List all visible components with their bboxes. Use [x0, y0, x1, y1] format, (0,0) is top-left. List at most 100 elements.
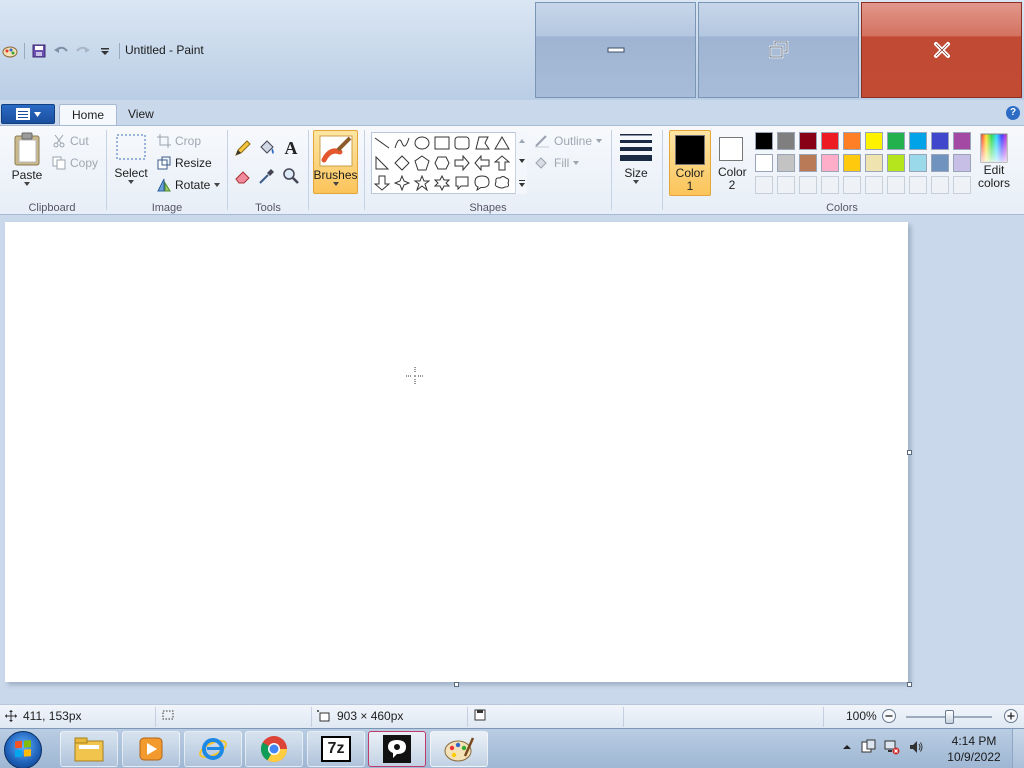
brushes-button[interactable]: Brushes: [313, 130, 358, 194]
undo-icon[interactable]: [53, 43, 69, 59]
palette-swatch[interactable]: [953, 132, 971, 150]
copy-button[interactable]: Copy: [52, 156, 98, 170]
palette-swatch[interactable]: [887, 154, 905, 172]
palette-custom-slot[interactable]: [887, 176, 905, 194]
palette-swatch[interactable]: [843, 154, 861, 172]
curve-shape-icon[interactable]: [393, 134, 411, 152]
palette-custom-slot[interactable]: [755, 176, 773, 194]
cloud-callout-shape-icon[interactable]: [493, 174, 511, 192]
zoom-in-button[interactable]: [1003, 708, 1019, 724]
five-point-star-shape-icon[interactable]: [413, 174, 431, 192]
oval-callout-shape-icon[interactable]: [473, 174, 491, 192]
help-icon[interactable]: ?: [1006, 106, 1020, 120]
taskbar-media-player[interactable]: [122, 731, 180, 767]
right-triangle-shape-icon[interactable]: [373, 154, 391, 172]
size-button[interactable]: Size: [617, 132, 655, 184]
up-arrow-shape-icon[interactable]: [493, 154, 511, 172]
redo-icon[interactable]: [75, 43, 91, 59]
palette-swatch[interactable]: [953, 154, 971, 172]
palette-swatch[interactable]: [755, 132, 773, 150]
oval-shape-icon[interactable]: [413, 134, 431, 152]
action-center-icon[interactable]: [860, 739, 876, 755]
canvas-resize-handle-bottom[interactable]: [454, 682, 459, 687]
pencil-icon[interactable]: [233, 138, 253, 158]
palette-custom-slot[interactable]: [909, 176, 927, 194]
taskbar-chat-app[interactable]: [368, 731, 426, 767]
color-picker-icon[interactable]: [257, 166, 277, 186]
palette-custom-slot[interactable]: [843, 176, 861, 194]
palette-custom-slot[interactable]: [799, 176, 817, 194]
zoom-slider[interactable]: [906, 710, 992, 724]
zoom-slider-thumb[interactable]: [945, 710, 954, 724]
palette-custom-slot[interactable]: [953, 176, 971, 194]
palette-swatch[interactable]: [931, 132, 949, 150]
palette-swatch[interactable]: [777, 132, 795, 150]
tab-home[interactable]: Home: [59, 104, 118, 126]
palette-swatch[interactable]: [821, 154, 839, 172]
rounded-callout-shape-icon[interactable]: [453, 174, 471, 192]
palette-swatch[interactable]: [843, 132, 861, 150]
paint-menu-button[interactable]: [1, 104, 55, 124]
save-icon[interactable]: [31, 43, 47, 59]
palette-swatch[interactable]: [755, 154, 773, 172]
tab-view[interactable]: View: [116, 104, 166, 126]
shapes-scroll[interactable]: [515, 132, 527, 194]
rotate-button[interactable]: Rotate: [157, 178, 221, 192]
cut-button[interactable]: Cut: [52, 134, 89, 148]
down-arrow-shape-icon[interactable]: [373, 174, 391, 192]
palette-swatch[interactable]: [909, 132, 927, 150]
customize-toolbar-icon[interactable]: [97, 43, 113, 59]
palette-swatch[interactable]: [777, 154, 795, 172]
restore-button[interactable]: [698, 2, 859, 98]
palette-swatch[interactable]: [887, 132, 905, 150]
taskbar-explorer[interactable]: [60, 731, 118, 767]
edit-colors-button[interactable]: Edit colors: [974, 132, 1014, 190]
palette-swatch[interactable]: [909, 154, 927, 172]
rounded-rectangle-shape-icon[interactable]: [453, 134, 471, 152]
color2-button[interactable]: Color 2: [714, 130, 750, 196]
canvas-resize-handle-right[interactable]: [907, 450, 912, 455]
network-icon[interactable]: [884, 739, 900, 755]
fill-bucket-icon[interactable]: [257, 138, 277, 158]
select-button[interactable]: Select: [112, 132, 150, 184]
palette-swatch[interactable]: [799, 132, 817, 150]
four-point-star-shape-icon[interactable]: [393, 174, 411, 192]
palette-swatch[interactable]: [865, 132, 883, 150]
resize-button[interactable]: Resize: [157, 156, 212, 170]
drawing-canvas[interactable]: [5, 222, 908, 682]
palette-swatch[interactable]: [821, 132, 839, 150]
magnifier-icon[interactable]: [281, 166, 301, 186]
polygon-shape-icon[interactable]: [473, 134, 491, 152]
eraser-icon[interactable]: [233, 166, 253, 186]
hexagon-shape-icon[interactable]: [433, 154, 451, 172]
taskbar-chrome[interactable]: [245, 731, 303, 767]
palette-custom-slot[interactable]: [821, 176, 839, 194]
close-button[interactable]: [861, 2, 1022, 98]
taskbar-internet-explorer[interactable]: [184, 731, 242, 767]
palette-custom-slot[interactable]: [865, 176, 883, 194]
pentagon-shape-icon[interactable]: [413, 154, 431, 172]
palette-custom-slot[interactable]: [931, 176, 949, 194]
system-clock[interactable]: 4:14 PM 10/9/2022: [944, 733, 1004, 765]
six-point-star-shape-icon[interactable]: [433, 174, 451, 192]
taskbar-7zip[interactable]: 7z: [307, 731, 365, 767]
taskbar-paint[interactable]: [430, 731, 488, 767]
triangle-shape-icon[interactable]: [493, 134, 511, 152]
text-icon[interactable]: A: [281, 138, 301, 158]
paint-app-icon[interactable]: [2, 43, 18, 59]
right-arrow-shape-icon[interactable]: [453, 154, 471, 172]
color1-button[interactable]: Color 1: [669, 130, 711, 196]
paste-button[interactable]: Paste: [8, 132, 46, 186]
start-button[interactable]: [4, 731, 42, 768]
fill-button[interactable]: Fill: [534, 156, 580, 170]
palette-swatch[interactable]: [931, 154, 949, 172]
show-desktop-button[interactable]: [1012, 729, 1024, 768]
rectangle-shape-icon[interactable]: [433, 134, 451, 152]
diamond-shape-icon[interactable]: [393, 154, 411, 172]
palette-custom-slot[interactable]: [777, 176, 795, 194]
zoom-out-button[interactable]: [881, 708, 897, 724]
show-hidden-icons-icon[interactable]: [842, 742, 852, 752]
line-shape-icon[interactable]: [373, 134, 391, 152]
palette-swatch[interactable]: [799, 154, 817, 172]
volume-icon[interactable]: [908, 739, 924, 755]
